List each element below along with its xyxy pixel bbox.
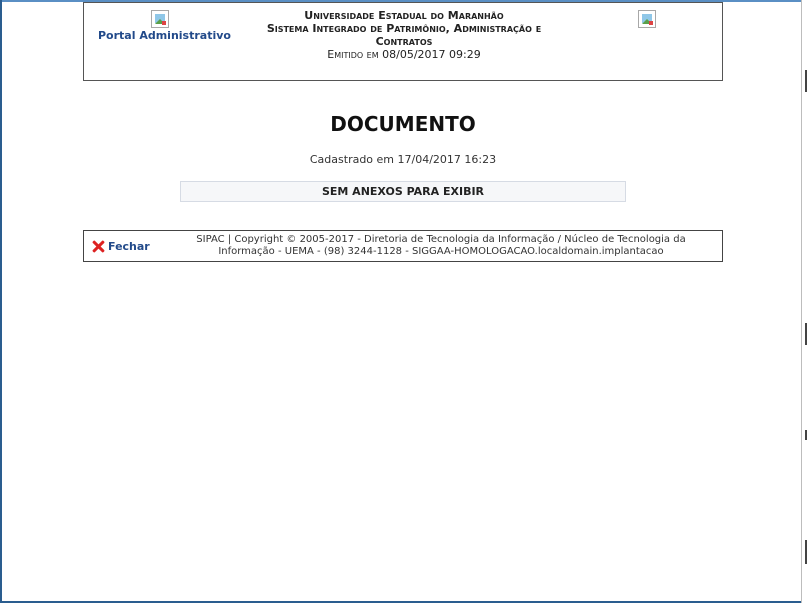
university-name: Universidade Estadual do Maranhão — [304, 9, 504, 22]
close-button[interactable]: Fechar — [92, 239, 150, 253]
page-footer: Fechar SIPAC | Copyright © 2005-2017 - D… — [83, 230, 723, 262]
document-title: DOCUMENTO — [330, 112, 476, 136]
window-frame-right — [801, 0, 807, 603]
page-header: Portal Administrativo Universidade Estad… — [83, 2, 723, 81]
registered-date: Cadastrado em 17/04/2017 16:23 — [309, 153, 497, 166]
copyright-line1: SIPAC | Copyright © 2005-2017 - Diretori… — [196, 234, 686, 245]
header-title-block: Universidade Estadual do Maranhão Sistem… — [224, 9, 584, 61]
system-name-line1: Sistema Integrado de Patrimônio, Adminis… — [266, 22, 542, 35]
system-name-line2: Contratos — [375, 35, 433, 48]
system-logo-broken-image-icon — [638, 10, 656, 28]
portal-administrativo-link[interactable]: Portal Administrativo — [98, 29, 231, 42]
window-frame-left — [0, 0, 2, 603]
university-logo-broken-image-icon[interactable] — [151, 10, 169, 28]
copyright-line2: Informação - UEMA - (98) 3244-1128 - SIG… — [218, 246, 664, 257]
close-x-icon — [92, 240, 105, 253]
copyright-text: SIPAC | Copyright © 2005-2017 - Diretori… — [176, 234, 706, 258]
no-attachments-message: SEM ANEXOS PARA EXIBIR — [180, 181, 626, 202]
emitted-timestamp: Emitido em 08/05/2017 09:29 — [327, 48, 481, 61]
close-label: Fechar — [108, 239, 150, 253]
